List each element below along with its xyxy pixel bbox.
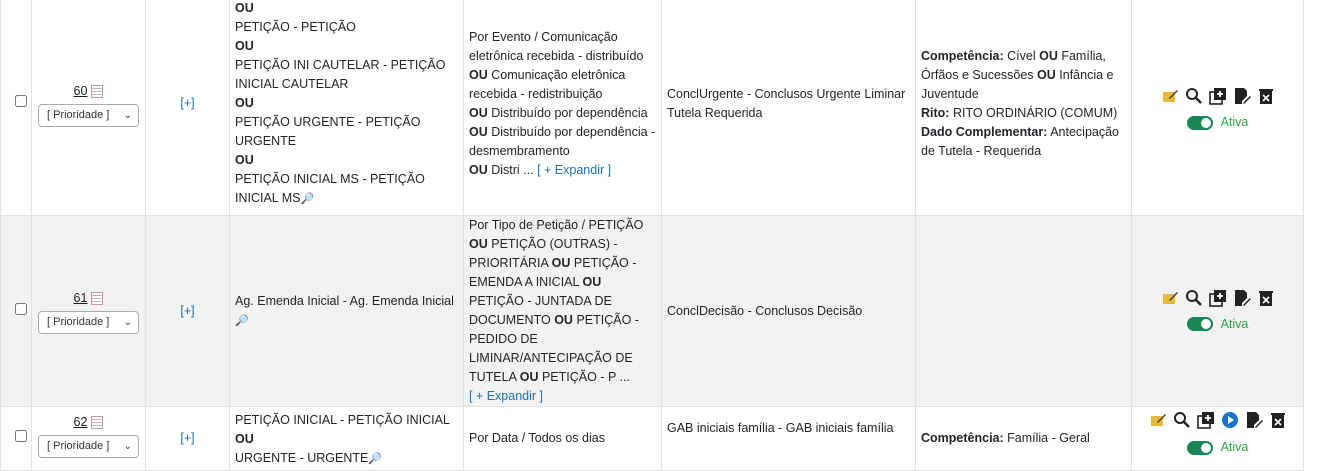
delete-icon[interactable] [1257,87,1275,105]
delete-icon[interactable] [1269,411,1287,429]
localizador-cell: ConclDecisão - Conclusos Decisão [661,215,916,407]
copy-add-icon[interactable] [1196,411,1215,429]
row-checkbox[interactable] [15,95,27,107]
copy-add-icon[interactable] [1208,87,1227,105]
localizador-cell: GAB iniciais família - GAB iniciais famí… [661,406,916,471]
search-icon[interactable] [1173,411,1191,429]
row-number-link[interactable]: 62 [74,413,88,432]
magnifier-icon[interactable]: 🔎 [235,315,249,327]
event-cell: Por Evento / Comunicação eletrônica rece… [463,0,662,216]
notes-icon[interactable] [91,291,104,305]
row-number-link[interactable]: 60 [74,82,88,101]
delete-icon[interactable] [1257,289,1275,307]
table-row: 61 [ Prioridade ] ⌄ [+] Ag. Emenda Inicia… [0,215,1304,407]
expand-tree-link[interactable]: [+] [180,96,194,110]
priority-select[interactable]: [ Prioridade ] ⌄ [38,435,139,458]
event-cell: Por Data / Todos os dias [463,406,662,471]
edit-note-icon[interactable] [1149,411,1167,429]
active-toggle[interactable] [1186,440,1213,455]
search-icon[interactable] [1185,87,1203,105]
event-cell: Por Tipo de Petição / PETIÇÃO OU PETIÇÃO… [463,215,662,407]
magnifier-icon[interactable]: 🔎 [301,193,315,205]
magnifier-icon[interactable]: 🔎 [368,453,382,465]
expand-tree-link[interactable]: [+] [180,431,194,445]
active-toggle[interactable] [1186,317,1213,331]
localizador-cell: ConclUrgente - Conclusos Urgente Liminar… [661,0,916,216]
expand-text-link[interactable]: [ + Expandir ] [469,389,543,403]
edit-icon[interactable] [1233,289,1251,307]
edit-note-icon[interactable] [1161,289,1179,307]
edit-note-icon[interactable] [1161,87,1179,105]
conditions-cell: Competência: Cível OU Família, Órfãos e … [915,0,1132,216]
copy-add-icon[interactable] [1208,289,1227,307]
chevron-down-icon: ⌄ [123,316,132,328]
priority-select[interactable]: [ Prioridade ] ⌄ [38,310,139,334]
edit-icon[interactable] [1245,411,1263,429]
status-label: Ativa [1220,316,1249,331]
chevron-down-icon: ⌄ [123,441,132,452]
edit-icon[interactable] [1233,87,1251,105]
table-row: 62 [ Prioridade ] ⌄ [+] PETIÇÃO INICIAL -… [0,406,1304,471]
search-icon[interactable] [1185,289,1203,307]
notes-icon[interactable] [91,85,104,98]
row-number-link[interactable]: 61 [74,289,88,308]
expand-text-link[interactable]: [ + Expandir ] [537,163,611,177]
row-checkbox[interactable] [15,302,27,315]
active-toggle[interactable] [1186,115,1213,130]
notes-icon[interactable] [91,416,104,429]
conditions-cell [915,215,1132,407]
status-label: Ativa [1220,440,1249,454]
conditions-cell: Competência: Família - Geral [915,406,1132,471]
chevron-down-icon: ⌄ [123,110,132,121]
automation-table: 60 [ Prioridade ] ⌄ [+] OU PETIÇÃO - PETI… [0,0,1304,471]
status-label: Ativa [1220,115,1249,129]
row-checkbox[interactable] [15,430,27,442]
run-icon[interactable] [1221,411,1239,429]
class-list: PETIÇÃO INICIAL - PETIÇÃO INICIAL OU URG… [229,406,464,471]
priority-select[interactable]: [ Prioridade ] ⌄ [38,104,139,127]
expand-tree-link[interactable]: [+] [180,304,194,318]
class-list: Ag. Emenda Inicial - Ag. Emenda Inicial … [229,215,464,407]
class-list: OU PETIÇÃO - PETIÇÃO OU PETIÇÃO INI CAUT… [229,0,464,216]
table-row: 60 [ Prioridade ] ⌄ [+] OU PETIÇÃO - PETI… [0,0,1304,216]
